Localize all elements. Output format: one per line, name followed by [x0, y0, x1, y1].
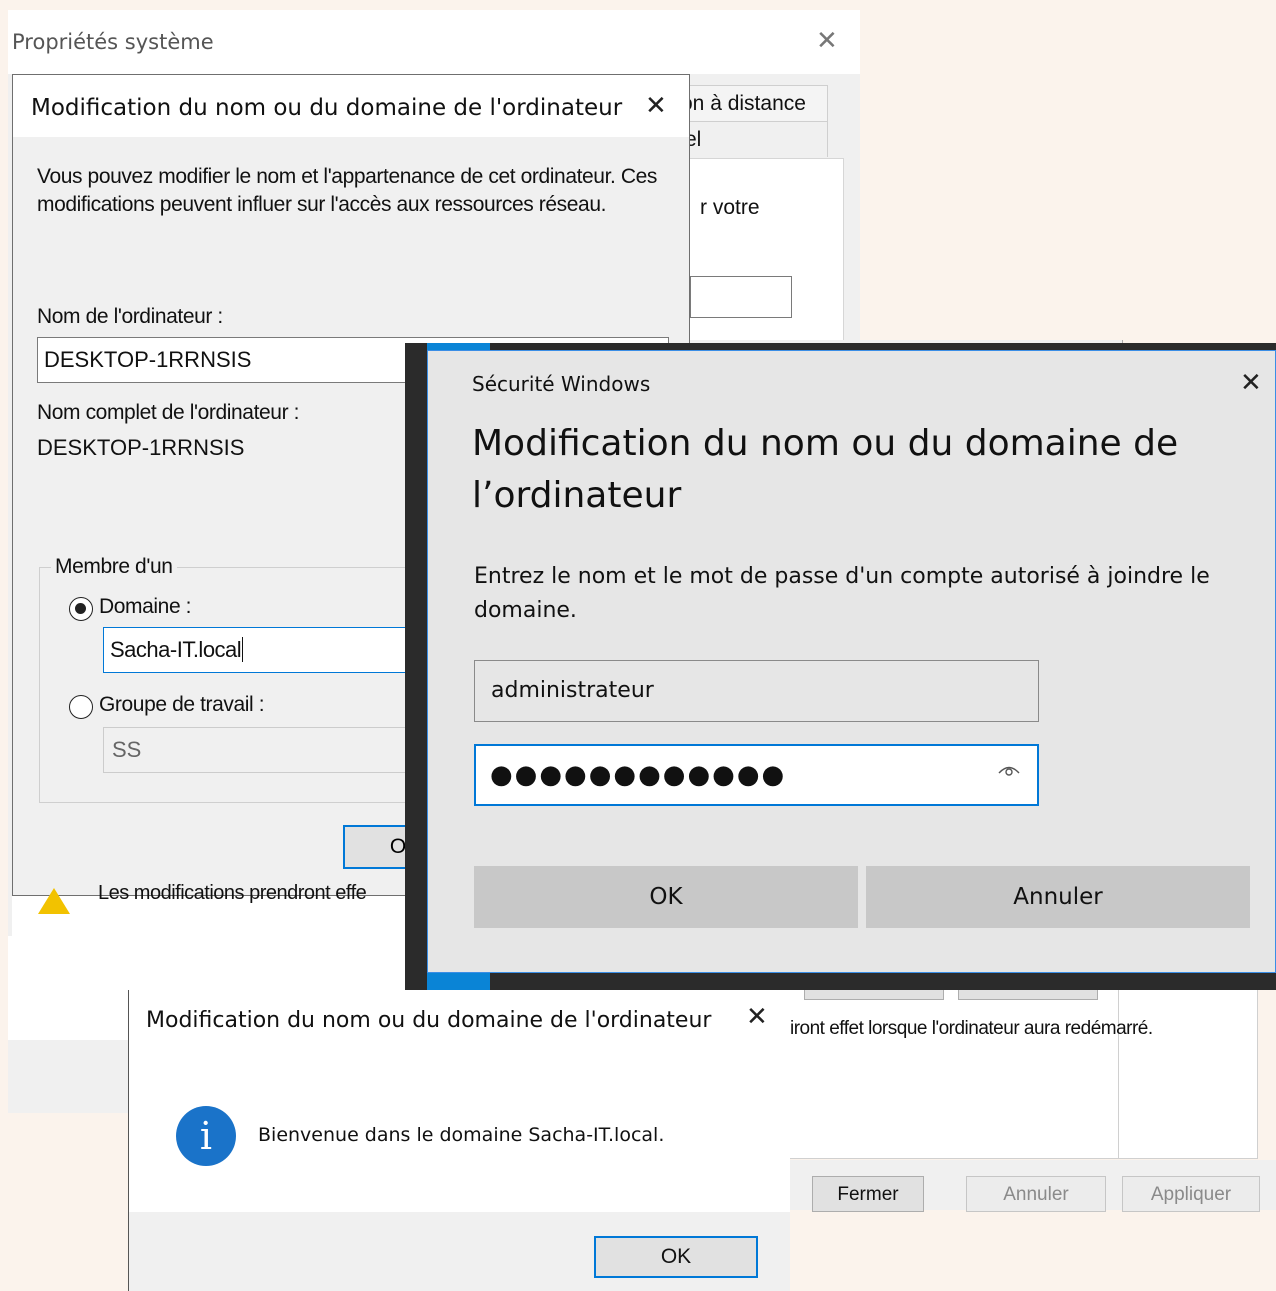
computer-name-label: Nom de l'ordinateur :	[37, 305, 223, 328]
full-name-value: DESKTOP-1RRNSIS	[37, 435, 245, 460]
computer-name-close-icon[interactable]: ✕	[645, 93, 667, 119]
tab-partial[interactable]: el	[676, 121, 828, 157]
password-field[interactable]: ●●●●●●●●●●●●	[474, 744, 1039, 806]
welcome-dialog-title: Modification du nom ou du domaine de l'o…	[146, 1008, 712, 1033]
security-dialog-heading: Modification du nom ou du domaine de l’o…	[472, 423, 1179, 516]
welcome-ok-button[interactable]: OK	[594, 1236, 758, 1278]
security-dialog-close-icon[interactable]: ✕	[1240, 370, 1262, 396]
close-button[interactable]: Fermer	[812, 1176, 924, 1212]
tab-remote[interactable]: on à distance	[676, 85, 828, 121]
computer-name-description: Vous pouvez modifier le nom et l'apparte…	[37, 165, 658, 216]
welcome-message: Bienvenue dans le domaine Sacha-IT.local…	[258, 1124, 665, 1146]
system-properties-title: Propriétés système	[12, 30, 214, 54]
system-properties-close-icon[interactable]: ✕	[816, 28, 838, 54]
appliquer-button-disabled[interactable]: Appliquer	[1122, 1176, 1260, 1212]
panel-input[interactable]	[690, 276, 792, 318]
panel-text: r votre	[700, 196, 760, 219]
restart-notice: iront effet lorsque l'ordinateur aura re…	[790, 1018, 1153, 1039]
domain-label: Domaine :	[99, 595, 192, 618]
full-name-label: Nom complet de l'ordinateur :	[37, 401, 300, 424]
welcome-dialog-close-icon[interactable]: ✕	[746, 1004, 768, 1030]
domain-input-value: Sacha-IT.local	[110, 637, 242, 662]
warning-text: Les modifications prendront effe	[98, 882, 367, 904]
warning-icon	[38, 888, 70, 914]
info-icon: i	[176, 1106, 236, 1166]
workgroup-label: Groupe de travail :	[99, 693, 265, 716]
annuler-button-disabled[interactable]: Annuler	[966, 1176, 1106, 1212]
tab-content-area	[1118, 975, 1258, 1159]
username-field[interactable]: administrateur	[474, 660, 1039, 722]
security-dialog-instruction: Entrez le nom et le mot de passe d'un co…	[474, 564, 1210, 623]
security-dialog-app-title: Sécurité Windows	[472, 372, 651, 396]
security-ok-button[interactable]: OK	[474, 866, 858, 928]
eye-icon[interactable]	[998, 762, 1020, 783]
member-of-label: Membre d'un	[51, 555, 177, 579]
domain-radio-dot	[75, 603, 86, 614]
workgroup-radio[interactable]	[69, 695, 93, 719]
security-cancel-button[interactable]: Annuler	[866, 866, 1250, 928]
domain-radio[interactable]	[69, 597, 93, 621]
text-cursor	[242, 637, 244, 662]
computer-name-title: Modification du nom ou du domaine de l'o…	[31, 95, 623, 121]
